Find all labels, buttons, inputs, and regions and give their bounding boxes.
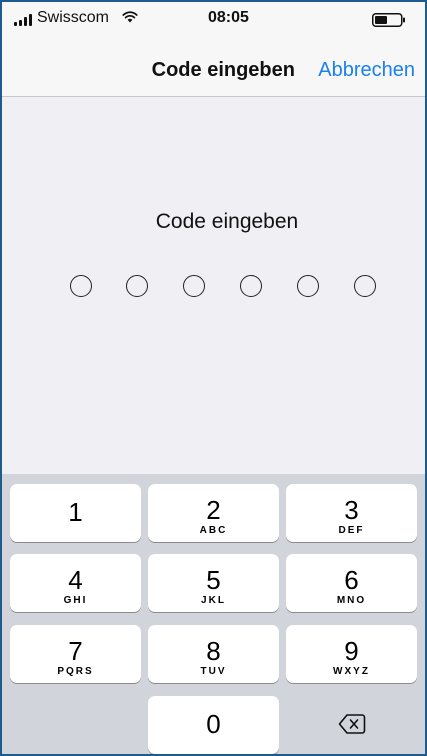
passcode-dot	[70, 275, 92, 297]
key-5[interactable]: 5 JKL	[148, 554, 279, 612]
wifi-icon	[122, 11, 138, 23]
passcode-dot	[354, 275, 376, 297]
nav-title: Code eingeben	[151, 59, 295, 81]
cancel-button[interactable]: Abbrechen	[318, 59, 415, 82]
phone-screen: Swisscom 08:05 Code eingeben Abbrechen C…	[0, 0, 427, 756]
backspace-icon	[338, 714, 366, 734]
key-6[interactable]: 6 MNO	[286, 554, 417, 612]
backspace-button[interactable]	[286, 696, 417, 754]
key-0[interactable]: 0	[148, 696, 279, 754]
status-bar: Swisscom 08:05	[2, 2, 425, 36]
navigation-bar: Code eingeben Abbrechen	[2, 36, 425, 97]
key-7[interactable]: 7 PQRS	[10, 625, 141, 683]
signal-strength-icon	[14, 14, 32, 26]
carrier-name: Swisscom	[37, 9, 110, 26]
key-1[interactable]: 1	[10, 484, 141, 542]
clock: 08:05	[208, 9, 249, 26]
passcode-dot	[240, 275, 262, 297]
key-2[interactable]: 2 ABC	[148, 484, 279, 542]
passcode-dot	[297, 275, 319, 297]
key-3[interactable]: 3 DEF	[286, 484, 417, 542]
key-8[interactable]: 8 TUV	[148, 625, 279, 683]
passcode-dot	[183, 275, 205, 297]
battery-icon	[372, 13, 405, 27]
passcode-dots	[70, 275, 390, 301]
passcode-dot	[126, 275, 148, 297]
key-4[interactable]: 4 GHI	[10, 554, 141, 612]
numeric-keypad: 1 2 ABC 3 DEF 4 GHI 5 JKL 6 MNO 7 PQRS 8	[2, 474, 425, 754]
code-prompt: Code eingeben	[155, 210, 299, 233]
key-9[interactable]: 9 WXYZ	[286, 625, 417, 683]
